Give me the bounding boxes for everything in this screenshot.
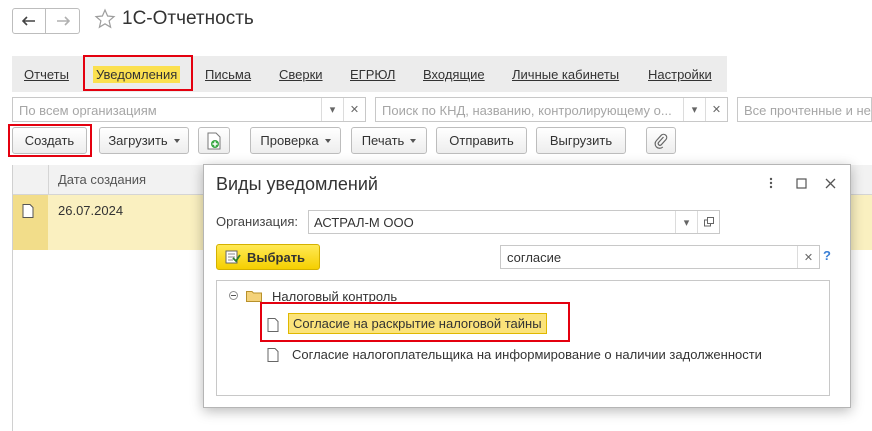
- search-filter[interactable]: Поиск по КНД, названию, контролирующему …: [375, 97, 728, 122]
- forward-button[interactable]: [46, 8, 80, 34]
- print-button-label: Печать: [361, 133, 405, 148]
- caret-down-icon: [173, 138, 180, 143]
- tree-item-consent-debt-info[interactable]: Согласие налогоплательщика на информиров…: [292, 347, 762, 362]
- load-button-label: Загрузить: [108, 133, 168, 148]
- caret-down-icon: [410, 138, 417, 143]
- clear-icon[interactable]: ✕: [343, 98, 365, 121]
- collapse-icon[interactable]: [229, 291, 238, 300]
- clear-icon[interactable]: ✕: [705, 98, 727, 121]
- tree-item-consent-tax-secret[interactable]: Согласие на раскрытие налоговой тайны: [288, 313, 547, 334]
- column-date-created[interactable]: Дата создания: [58, 172, 146, 187]
- organization-field[interactable]: АСТРАЛ-М ООО ▾: [308, 210, 720, 234]
- print-button[interactable]: Печать: [351, 127, 427, 154]
- more-icon[interactable]: [763, 175, 779, 191]
- arrow-right-icon: [56, 16, 70, 26]
- tab-letters[interactable]: Письма: [205, 67, 251, 82]
- tab-notifications[interactable]: Уведомления: [93, 66, 181, 83]
- search-input[interactable]: согласие ✕: [500, 245, 820, 269]
- status-filter-placeholder: Все прочтенные и не: [744, 103, 871, 118]
- organization-filter-placeholder: По всем организациям: [19, 103, 157, 118]
- choose-icon: [225, 250, 241, 264]
- load-button[interactable]: Загрузить: [99, 127, 189, 154]
- tab-settings[interactable]: Настройки: [648, 67, 712, 82]
- send-button[interactable]: Отправить: [436, 127, 527, 154]
- app-title: 1С-Отчетность: [122, 8, 254, 29]
- back-button[interactable]: [12, 8, 46, 34]
- dropdown-icon[interactable]: ▾: [675, 211, 697, 233]
- tab-egrul[interactable]: ЕГРЮЛ: [350, 67, 395, 82]
- tab-reports[interactable]: Отчеты: [24, 67, 69, 82]
- add-file-button[interactable]: [198, 127, 230, 154]
- dialog-title: Виды уведомлений: [216, 174, 378, 194]
- tab-reconciliations[interactable]: Сверки: [279, 67, 323, 82]
- dropdown-icon[interactable]: ▾: [321, 98, 343, 121]
- choose-button-label: Выбрать: [247, 249, 306, 265]
- organization-value: АСТРАЛ-М ООО: [314, 215, 414, 230]
- check-button-label: Проверка: [260, 133, 319, 148]
- search-filter-placeholder: Поиск по КНД, названию, контролирующему …: [382, 103, 672, 118]
- status-filter[interactable]: Все прочтенные и не: [737, 97, 872, 122]
- organization-label: Организация:: [216, 214, 299, 229]
- caret-down-icon: [324, 138, 331, 143]
- notification-types-tree: Налоговый контроль Согласие на раскрытие…: [216, 280, 830, 396]
- arrow-left-icon: [22, 16, 35, 26]
- help-icon[interactable]: ?: [823, 248, 831, 263]
- tree-group-tax-control[interactable]: Налоговый контроль: [272, 289, 397, 304]
- row-date: 26.07.2024: [58, 203, 124, 218]
- check-button[interactable]: Проверка: [250, 127, 341, 154]
- dropdown-icon[interactable]: ▾: [683, 98, 705, 121]
- clear-icon[interactable]: ✕: [797, 246, 819, 268]
- folder-icon: [246, 291, 262, 302]
- close-icon[interactable]: [822, 175, 838, 191]
- document-icon: [22, 204, 34, 218]
- paperclip-icon: [654, 133, 668, 149]
- choose-button[interactable]: Выбрать: [216, 244, 320, 270]
- export-button[interactable]: Выгрузить: [536, 127, 626, 154]
- organization-filter[interactable]: По всем организациям ▾ ✕: [12, 97, 366, 122]
- attach-button[interactable]: [646, 127, 676, 154]
- add-file-icon: [207, 132, 221, 149]
- document-icon: [267, 348, 279, 362]
- search-value: согласие: [507, 250, 562, 265]
- star-icon[interactable]: [94, 8, 116, 30]
- section-tabs: Отчеты Уведомления Письма Сверки ЕГРЮЛ В…: [12, 56, 727, 92]
- tab-incoming[interactable]: Входящие: [423, 67, 485, 82]
- maximize-icon[interactable]: [793, 175, 809, 191]
- create-button[interactable]: Создать: [12, 127, 87, 154]
- document-icon: [267, 318, 279, 332]
- open-icon[interactable]: [697, 211, 719, 233]
- notification-types-dialog: Виды уведомлений Организация: АСТРАЛ-М О…: [203, 164, 851, 408]
- tab-personal-accounts[interactable]: Личные кабинеты: [512, 67, 619, 82]
